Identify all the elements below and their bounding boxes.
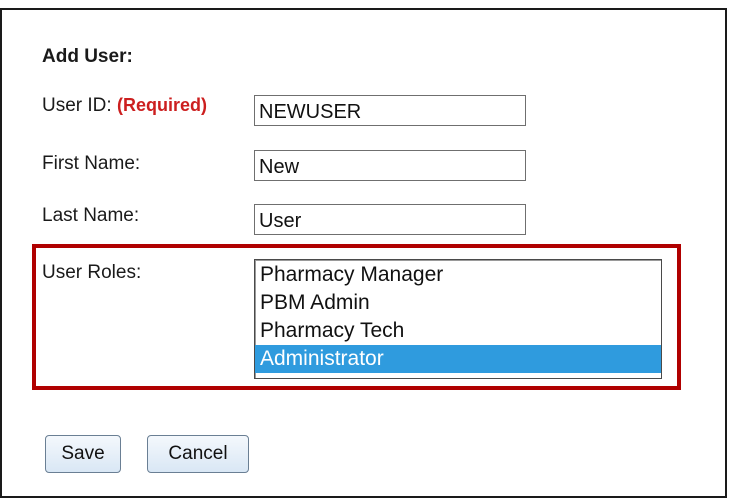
user-roles-listbox[interactable]: Pharmacy Manager PBM Admin Pharmacy Tech…: [254, 259, 662, 379]
save-button[interactable]: Save: [45, 435, 121, 473]
required-indicator: (Required): [116, 95, 207, 115]
role-option-pbm-admin[interactable]: PBM Admin: [255, 289, 661, 317]
form-title: Add User:: [42, 46, 133, 67]
role-option-administrator[interactable]: Administrator: [255, 345, 661, 373]
last-name-input[interactable]: [254, 204, 526, 235]
cancel-button[interactable]: Cancel: [147, 435, 249, 473]
first-name-input[interactable]: [254, 150, 526, 181]
user-id-input[interactable]: [254, 95, 526, 126]
user-id-label-text: User ID:: [42, 95, 112, 116]
role-option-pharmacy-tech[interactable]: Pharmacy Tech: [255, 317, 661, 345]
first-name-label: First Name:: [42, 153, 141, 174]
role-option-pharmacy-manager[interactable]: Pharmacy Manager: [255, 261, 661, 289]
user-id-label: User ID: (Required): [42, 95, 207, 117]
user-roles-label: User Roles:: [42, 262, 142, 283]
last-name-label: Last Name:: [42, 205, 140, 226]
